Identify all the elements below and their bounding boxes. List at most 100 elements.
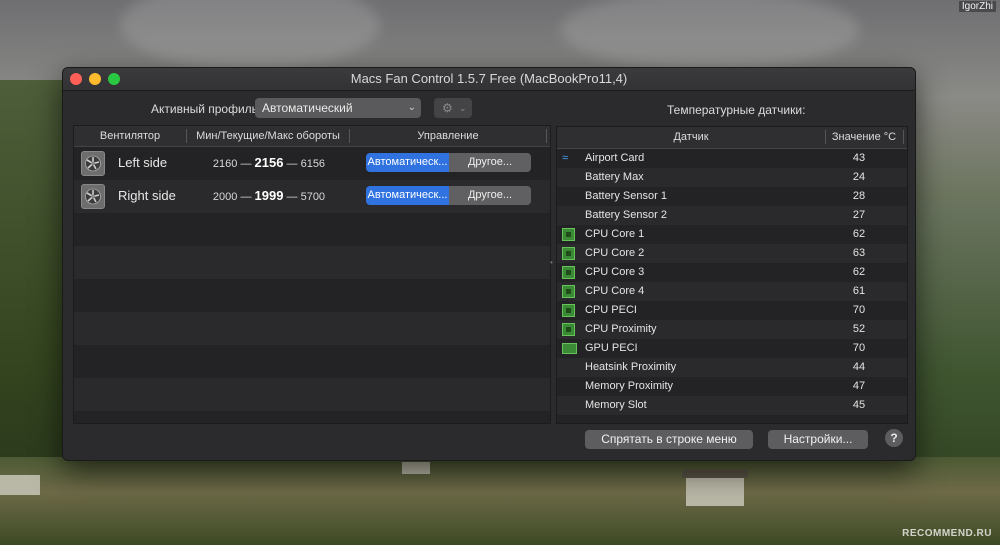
cpu-chip-icon (562, 304, 575, 317)
fan-custom-button[interactable]: Другое... (449, 153, 531, 172)
sensor-value: 28 (852, 190, 866, 202)
sensor-value: 61 (852, 285, 866, 297)
fan-rpm: 2160 — 2156 — 6156 (192, 155, 346, 170)
watermark-username: IgorZhi (958, 1, 996, 12)
empty-row (74, 279, 550, 312)
wallpaper-cloud (560, 0, 860, 70)
sensor-row[interactable]: Battery Sensor 1 28 (557, 187, 907, 206)
sensor-name: Airport Card (585, 152, 645, 164)
sensor-row[interactable]: Battery Sensor 2 27 (557, 206, 907, 225)
dash: — (240, 158, 252, 170)
fan-rpm-max: 5700 (300, 191, 326, 203)
column-header-sensor[interactable]: Датчик (557, 127, 825, 147)
sensor-row[interactable]: CPU PECI 70 (557, 301, 907, 320)
fan-auto-button[interactable]: Автоматическ... (366, 153, 449, 172)
dash: — (240, 191, 252, 203)
cpu-chip-icon (562, 266, 575, 279)
column-header-fan[interactable]: Вентилятор (74, 126, 186, 146)
sensor-name: CPU PECI (585, 304, 637, 316)
fan-name: Left side (118, 155, 168, 170)
fan-rpm: 2000 — 1999 — 5700 (192, 188, 346, 203)
fan-control-segmented: Автоматическ... Другое... (366, 186, 531, 205)
fan-name: Right side (118, 188, 176, 203)
sensor-value: 62 (852, 266, 866, 278)
sensor-row[interactable]: Memory Proximity 47 (557, 377, 907, 396)
dash: — (286, 191, 298, 203)
dash: — (286, 158, 298, 170)
fan-auto-button[interactable]: Автоматическ... (366, 186, 449, 205)
profile-gear-button[interactable]: ⚙ ⌄ (434, 98, 472, 118)
sensor-name: CPU Core 3 (585, 266, 645, 278)
sensor-value: 24 (852, 171, 866, 183)
sensor-row[interactable]: Memory Slot 45 (557, 396, 907, 415)
sensors-heading: Температурные датчики: (667, 103, 806, 117)
hide-in-menu-bar-button[interactable]: Спрятать в строке меню (585, 430, 753, 449)
sensor-name: Heatsink Proximity (585, 361, 677, 373)
sensor-value: 70 (852, 342, 866, 354)
empty-row (74, 345, 550, 378)
sensor-name: Memory Proximity (585, 380, 674, 392)
sensor-row[interactable]: ≈ Airport Card 43 (557, 149, 907, 168)
sensor-name: CPU Proximity (585, 323, 657, 335)
fan-control-segmented: Автоматическ... Другое... (366, 153, 531, 172)
sensor-value: 62 (852, 228, 866, 240)
sensor-row[interactable]: CPU Core 2 63 (557, 244, 907, 263)
chevron-down-icon: ⌄ (407, 102, 416, 113)
cpu-chip-icon (562, 285, 575, 298)
empty-row (74, 312, 550, 345)
sensor-name: Battery Max (585, 171, 644, 183)
sensor-name: Battery Sensor 2 (585, 209, 667, 221)
sensor-name: Memory Slot (585, 399, 647, 411)
gear-icon: ⚙ (442, 101, 453, 115)
sensor-row[interactable]: CPU Core 1 62 (557, 225, 907, 244)
profile-select[interactable]: Автоматический ⌄ (255, 98, 421, 118)
empty-row (74, 246, 550, 279)
sensors-table-header: Датчик Значение °C (557, 127, 907, 149)
settings-button[interactable]: Настройки... (768, 430, 868, 449)
cpu-chip-icon (562, 247, 575, 260)
cpu-chip-icon (562, 228, 575, 241)
split-view-handle[interactable]: • (550, 258, 554, 267)
sensor-value: 63 (852, 247, 866, 259)
sensor-row[interactable]: CPU Proximity 52 (557, 320, 907, 339)
sensor-name: CPU Core 1 (585, 228, 645, 240)
fan-row[interactable]: Left side 2160 — 2156 — 6156 Автоматичес… (74, 147, 550, 180)
empty-row (74, 378, 550, 411)
help-button[interactable]: ? (885, 429, 903, 447)
watermark-site: RECOMMEND.RU (902, 528, 992, 539)
column-separator (546, 129, 547, 143)
sensor-value: 45 (852, 399, 866, 411)
sensor-row[interactable]: CPU Core 3 62 (557, 263, 907, 282)
column-header-control[interactable]: Управление (350, 126, 546, 146)
column-separator (903, 130, 904, 144)
fans-table: Вентилятор Мин/Текущие/Макс обороты Упра… (73, 125, 551, 424)
gpu-card-icon (562, 343, 577, 354)
title-bar[interactable]: Macs Fan Control 1.5.7 Free (MacBookPro1… (63, 68, 915, 91)
sensors-table: Датчик Значение °C ≈ Airport Card 43 Bat… (556, 126, 908, 424)
sensor-name: GPU PECI (585, 342, 638, 354)
sensor-row[interactable]: CPU Core 4 61 (557, 282, 907, 301)
empty-row (74, 213, 550, 246)
wallpaper-roof (682, 470, 748, 478)
fan-icon (81, 184, 105, 209)
fans-table-header: Вентилятор Мин/Текущие/Макс обороты Упра… (74, 126, 550, 147)
fan-row[interactable]: Right side 2000 — 1999 — 5700 Автоматиче… (74, 180, 550, 213)
wallpaper-building (0, 475, 40, 495)
profile-label: Активный профиль: (151, 102, 262, 116)
column-header-rpm[interactable]: Мин/Текущие/Макс обороты (187, 126, 349, 146)
sensor-value: 44 (852, 361, 866, 373)
column-header-value[interactable]: Значение °C (826, 127, 902, 147)
wallpaper-village (0, 457, 1000, 545)
cpu-chip-icon (562, 323, 575, 336)
fan-rpm-max: 6156 (300, 158, 326, 170)
sensor-row[interactable]: Battery Max 24 (557, 168, 907, 187)
profile-select-value: Автоматический (262, 101, 353, 115)
sensor-row[interactable]: GPU PECI 70 (557, 339, 907, 358)
wallpaper-cloud (120, 0, 380, 70)
sensor-value: 27 (852, 209, 866, 221)
sensor-value: 52 (852, 323, 866, 335)
sensor-row[interactable]: Heatsink Proximity 44 (557, 358, 907, 377)
fan-icon (81, 151, 105, 176)
fan-custom-button[interactable]: Другое... (449, 186, 531, 205)
sensor-name: CPU Core 2 (585, 247, 645, 259)
